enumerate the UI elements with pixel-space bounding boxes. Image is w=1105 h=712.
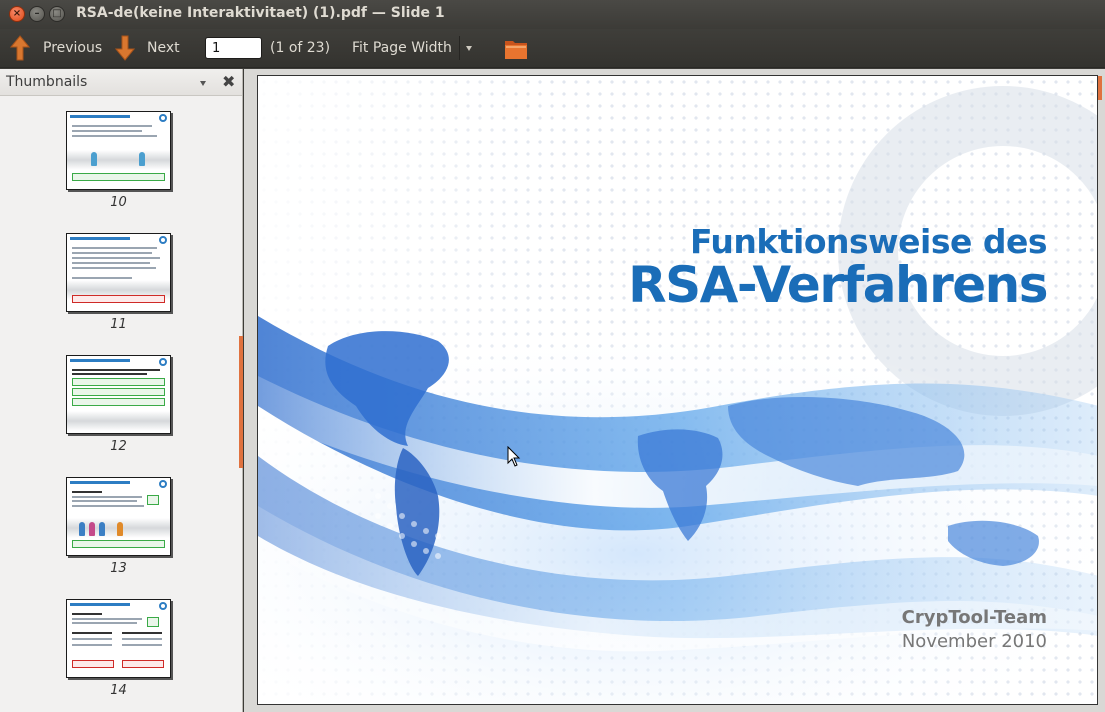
close-window-button[interactable]: × [9,6,25,22]
thumbnails-sidebar: Thumbnails ✖ 10 11 12 13 14 [0,69,243,712]
page-number-input[interactable] [205,37,262,59]
slide-author: CrypTool-Team [901,607,1047,628]
sidebar-scrollbar[interactable] [239,336,243,468]
slide-title-line2: RSA-Verfahrens [628,256,1048,314]
toolbar-separator [459,36,460,60]
thumbnail-page[interactable] [66,477,171,556]
slide-page: Funktionsweise des RSA-Verfahrens CrypTo… [257,75,1098,705]
sidebar-title[interactable]: Thumbnails [6,74,87,90]
arrow-down-icon[interactable] [115,35,135,61]
window-title-bar: × – □ RSA-de(keine Interaktivitaet) (1).… [0,0,1105,29]
mouse-pointer-icon [507,446,521,467]
chevron-down-icon[interactable] [200,81,206,86]
chevron-down-icon[interactable] [466,46,472,51]
zoom-select[interactable]: Fit Page Width [352,40,452,56]
document-scrollbar[interactable] [1098,76,1102,100]
close-icon[interactable]: ✖ [222,72,235,91]
maximize-window-button[interactable]: □ [49,6,65,22]
thumbnail-label: 13 [110,561,127,576]
page-count-label: (1 of 23) [270,40,331,56]
thumbnail-page[interactable] [66,355,171,434]
slide-date: November 2010 [901,631,1047,652]
next-button[interactable]: Next [147,40,180,56]
window-title: RSA-de(keine Interaktivitaet) (1).pdf — … [76,5,445,21]
thumbnail-label: 12 [110,439,127,454]
thumbnail-page[interactable] [66,233,171,312]
thumbnail-page[interactable] [66,111,171,190]
folder-icon[interactable] [504,38,529,60]
previous-button[interactable]: Previous [43,40,102,56]
thumbnail-label: 10 [110,195,127,210]
thumbnail-page[interactable] [66,599,171,678]
thumbnail-label: 11 [110,317,127,332]
toolbar: Previous Next (1 of 23) Fit Page Width [0,29,1105,68]
sidebar-header: Thumbnails ✖ [0,69,242,96]
minimize-window-button[interactable]: – [29,6,45,22]
arrow-up-icon[interactable] [10,35,30,61]
thumbnail-label: 14 [110,683,127,698]
